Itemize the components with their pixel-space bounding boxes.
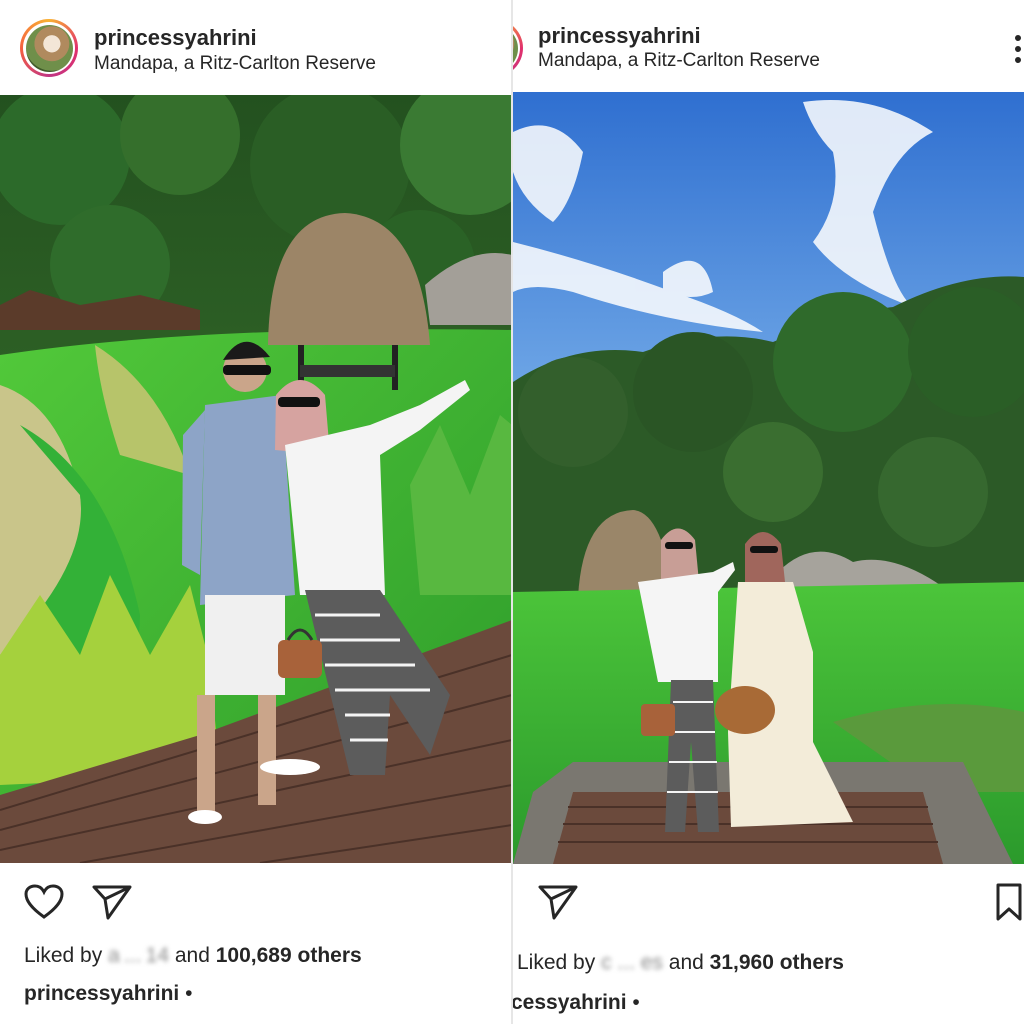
more-icon[interactable] bbox=[1014, 34, 1022, 64]
caption-username[interactable]: cessyahrini bbox=[513, 991, 627, 1014]
caption-dot: • bbox=[185, 982, 193, 1005]
liked-by-prefix: Liked by bbox=[517, 951, 596, 974]
post-photo[interactable] bbox=[0, 95, 512, 863]
liked-by-user[interactable]: a ... 14 bbox=[108, 944, 169, 967]
liked-by-prefix: Liked by bbox=[24, 944, 103, 967]
caption-username[interactable]: princessyahrini bbox=[24, 982, 179, 1005]
post-right: princessyahrini Mandapa, a Ritz-Carlton … bbox=[513, 0, 1024, 1024]
liked-by-and: and bbox=[174, 944, 210, 967]
username[interactable]: princessyahrini bbox=[94, 25, 257, 51]
caption-line: princessyahrini • bbox=[24, 982, 192, 1006]
liked-by-user[interactable]: c ... es bbox=[601, 951, 663, 974]
liked-by-and: and bbox=[668, 951, 704, 974]
heart-icon[interactable] bbox=[22, 880, 66, 924]
send-icon[interactable] bbox=[536, 880, 580, 924]
likes-count[interactable]: 100,689 others bbox=[216, 944, 362, 967]
post-header: princessyahrini Mandapa, a Ritz-Carlton … bbox=[513, 6, 1024, 92]
post-left: princessyahrini Mandapa, a Ritz-Carlton … bbox=[0, 0, 512, 1024]
avatar[interactable] bbox=[513, 19, 523, 77]
location-link[interactable]: Mandapa, a Ritz-Carlton Reserve bbox=[538, 50, 820, 72]
post-actions bbox=[513, 870, 1024, 930]
post-photo[interactable] bbox=[513, 92, 1024, 864]
likes-line: Liked by c ... es and 31,960 others bbox=[517, 951, 844, 975]
caption-line: cessyahrini • bbox=[513, 991, 640, 1015]
post-header: princessyahrini Mandapa, a Ritz-Carlton … bbox=[0, 6, 512, 92]
avatar-image bbox=[25, 24, 73, 72]
location-link[interactable]: Mandapa, a Ritz-Carlton Reserve bbox=[94, 53, 376, 75]
likes-count[interactable]: 31,960 others bbox=[710, 951, 844, 974]
likes-line: Liked by a ... 14 and 100,689 others bbox=[24, 944, 362, 968]
avatar[interactable] bbox=[20, 19, 78, 77]
username[interactable]: princessyahrini bbox=[538, 23, 701, 49]
bookmark-icon[interactable] bbox=[994, 880, 1024, 924]
send-icon[interactable] bbox=[90, 880, 134, 924]
avatar-image bbox=[513, 24, 518, 72]
post-actions bbox=[0, 870, 512, 930]
caption-dot: • bbox=[632, 991, 640, 1014]
